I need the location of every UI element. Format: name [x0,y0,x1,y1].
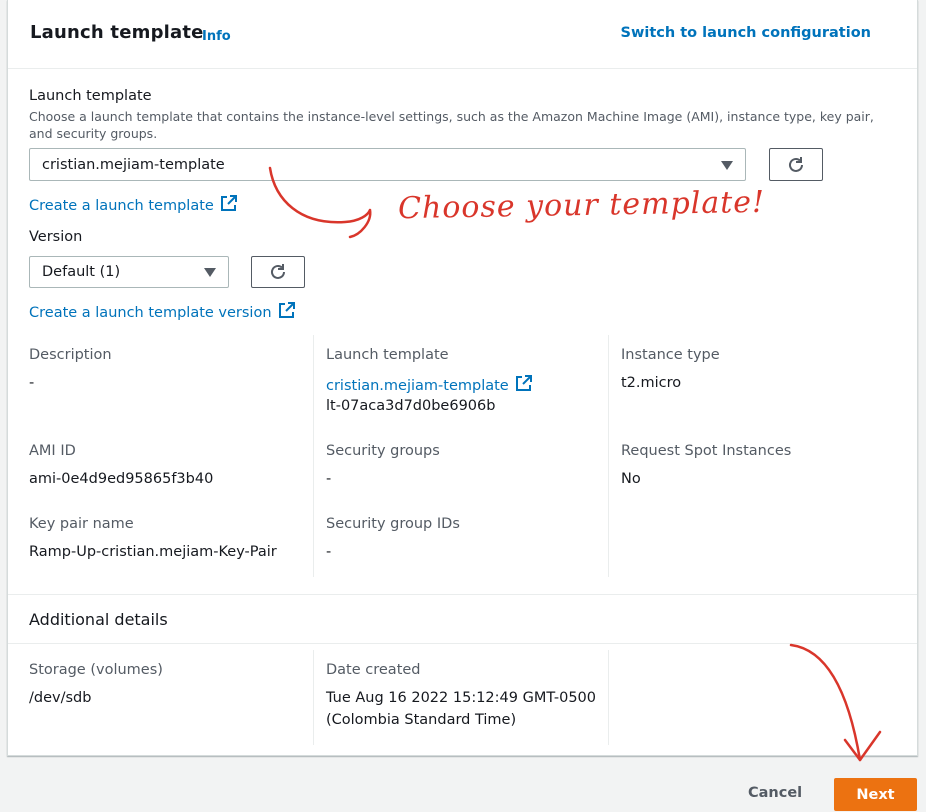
security-groups-key: Security groups [326,443,440,459]
launch-template-selected-value: cristian.mejiam-template [42,156,225,173]
refresh-icon [271,264,285,279]
create-version-text: Create a launch template version [29,305,272,321]
key-pair-key: Key pair name [29,516,134,532]
description-value: - [29,375,35,391]
version-select[interactable]: Default (1) [29,256,229,288]
column-divider [313,335,314,577]
launch-template-label: Launch template [29,88,152,104]
annotation-text: Choose your template! [397,184,766,227]
refresh-versions-button[interactable] [251,256,305,288]
external-link-icon [220,195,237,211]
storage-key: Storage (volumes) [29,662,163,678]
annotation-arrow-curve [268,166,372,239]
column-divider [313,650,314,745]
panel-title: Launch template [30,22,204,43]
instance-type-key: Instance type [621,347,720,363]
date-created-key: Date created [326,662,421,678]
dropdown-caret-icon [721,160,733,170]
cancel-button[interactable]: Cancel [748,785,802,801]
description-key: Description [29,347,112,363]
date-created-value-line1: Tue Aug 16 2022 15:12:49 GMT-0500 [326,690,597,706]
panel-header: Launch template Info Switch to launch co… [8,0,917,69]
additional-details-title: Additional details [29,610,168,629]
request-spot-key: Request Spot Instances [621,443,792,459]
security-groups-value: - [326,471,332,487]
section-divider [8,594,917,595]
annotation-arrow-to-next [789,643,882,762]
launch-template-key: Launch template [326,347,449,363]
ami-id-key: AMI ID [29,443,76,459]
launch-template-description: Choose a launch template that contains t… [29,109,874,141]
next-button[interactable]: Next [834,778,917,811]
section-divider [8,643,917,644]
launch-template-link-text: cristian.mejiam-template [326,378,509,394]
date-created-value-line2: (Colombia Standard Time) [326,712,517,728]
column-divider [608,650,609,745]
launch-template-id: lt-07aca3d7d0be6906b [326,398,496,414]
refresh-templates-button[interactable] [769,148,823,181]
version-selected-value: Default (1) [42,264,121,280]
column-divider [608,335,609,577]
create-launch-template-text: Create a launch template [29,198,214,214]
dropdown-caret-icon [204,268,216,277]
external-link-icon [515,375,532,391]
ami-id-value: ami-0e4d9ed95865f3b40 [29,471,214,487]
refresh-icon [789,156,803,172]
external-link-icon [278,302,295,318]
version-label: Version [29,229,83,245]
storage-value: /dev/sdb [29,690,92,706]
create-launch-template-version-link[interactable]: Create a launch template version [29,302,295,321]
switch-to-launch-configuration-link[interactable]: Switch to launch configuration [621,25,871,41]
instance-type-value: t2.micro [621,375,682,391]
request-spot-value: No [621,471,641,487]
key-pair-value: Ramp-Up-cristian.mejiam-Key-Pair [29,544,277,560]
launch-template-detail-link[interactable]: cristian.mejiam-template [326,375,532,394]
security-group-ids-key: Security group IDs [326,516,460,532]
info-link[interactable]: Info [202,29,231,44]
create-launch-template-link[interactable]: Create a launch template [29,195,237,214]
security-group-ids-value: - [326,544,332,560]
